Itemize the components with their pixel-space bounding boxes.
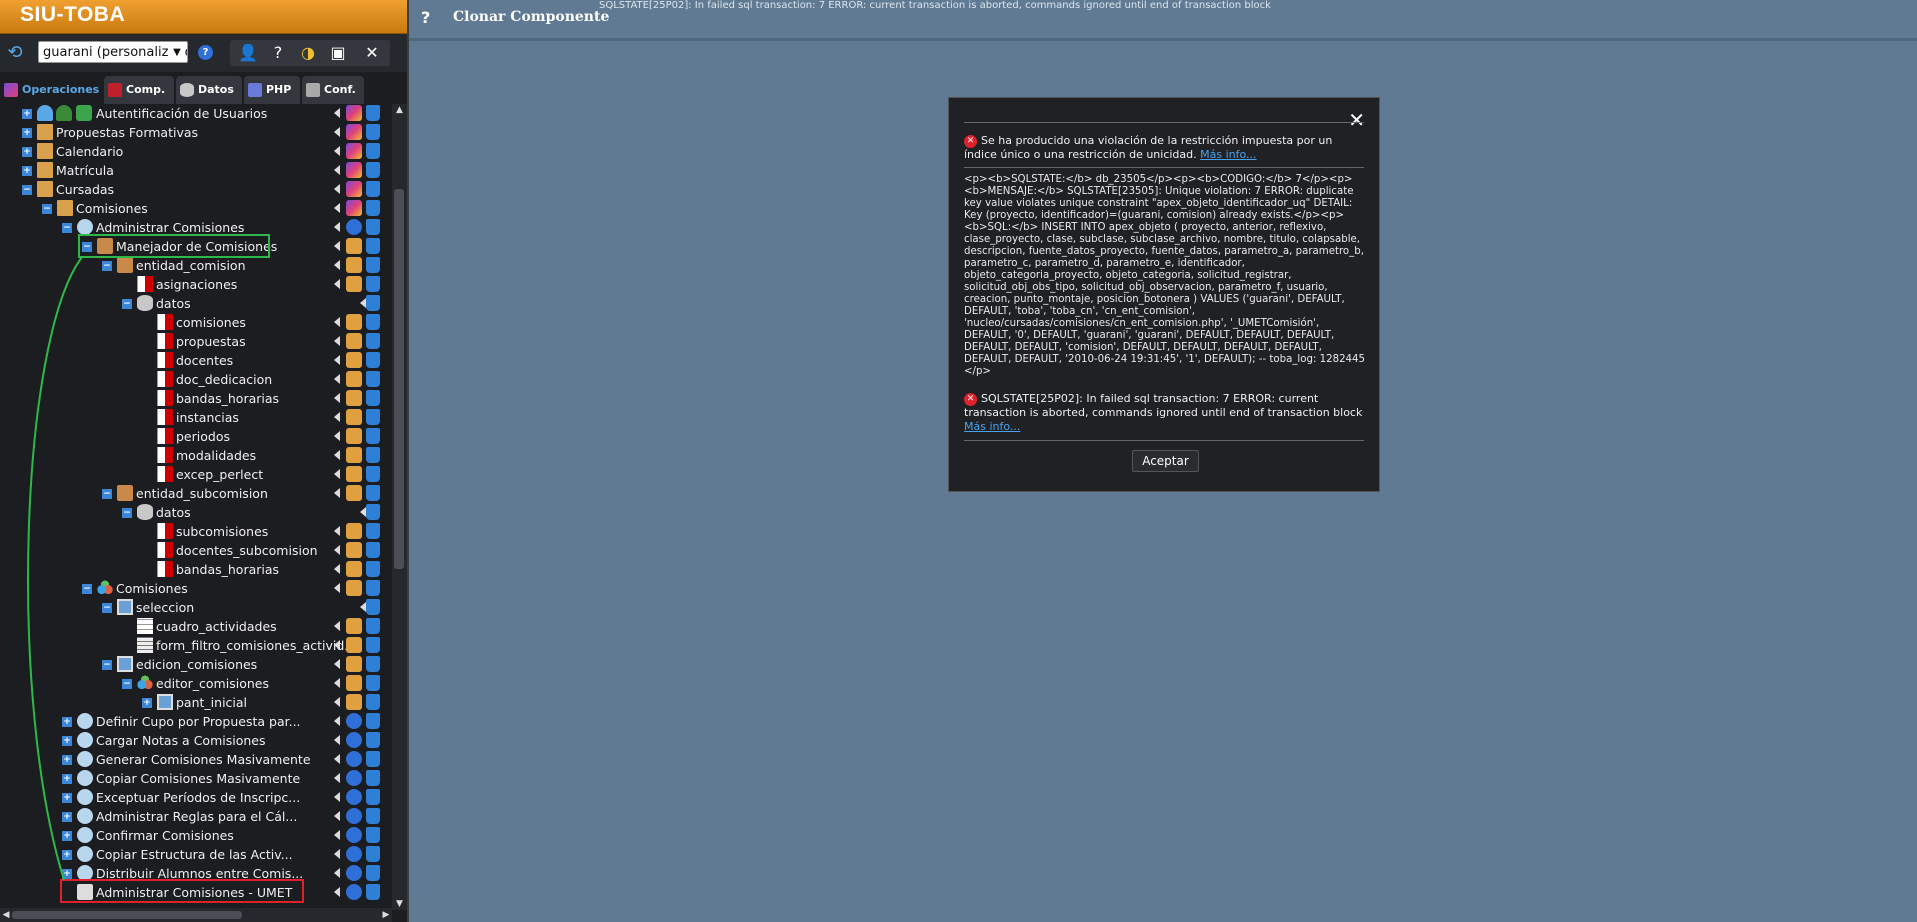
error-dialog: ✕ ✕ Se ha producido una violación de la … <box>948 97 1380 492</box>
page-title: Clonar Componente <box>453 9 610 25</box>
error-message-text: Se ha producido una violación de la rest… <box>964 134 1333 161</box>
status-message: SQLSTATE[25P02]: In failed sql transacti… <box>599 0 1271 11</box>
error-message: SQLSTATE[25P02]: In failed sql transacti… <box>964 392 1366 434</box>
accept-button[interactable]: Aceptar <box>1132 450 1199 472</box>
main-header: ? Clonar Componente SQLSTATE[25P02]: In … <box>409 0 1917 41</box>
error-detail: <p><b>SQLSTATE:</b> db_23505</p><p><b>CO… <box>964 174 1365 377</box>
error-message-text: SQLSTATE[25P02]: In failed sql transacti… <box>964 392 1363 419</box>
more-info-link[interactable]: Más info... <box>964 420 1020 433</box>
divider <box>964 167 1364 168</box>
error-message: Se ha producido una violación de la rest… <box>964 134 1366 162</box>
more-info-link[interactable]: Más info... <box>1200 148 1256 161</box>
callout-line <box>27 256 83 881</box>
divider <box>964 440 1364 441</box>
close-icon[interactable]: ✕ <box>1348 110 1365 130</box>
divider <box>964 122 1364 123</box>
help-icon[interactable]: ? <box>421 8 430 27</box>
